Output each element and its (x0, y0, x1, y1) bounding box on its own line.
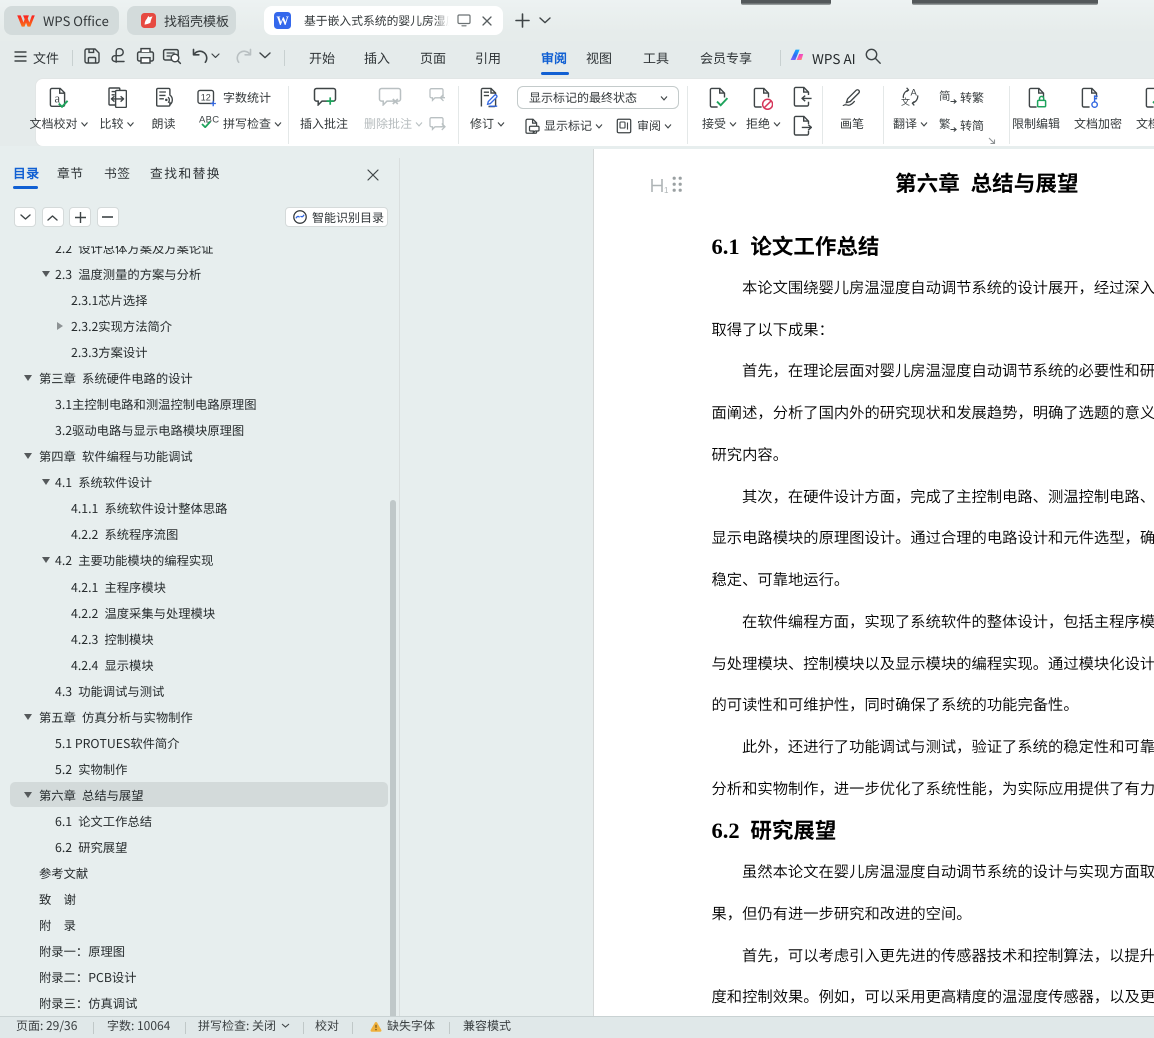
svg-text:A: A (911, 88, 918, 99)
svg-text:文: 文 (901, 95, 910, 106)
svg-text:简: 简 (939, 89, 951, 104)
svg-text:W: W (276, 14, 289, 28)
svg-text:1: 1 (664, 186, 669, 194)
svg-text:繁: 繁 (939, 117, 951, 132)
svg-text:12: 12 (201, 92, 211, 102)
